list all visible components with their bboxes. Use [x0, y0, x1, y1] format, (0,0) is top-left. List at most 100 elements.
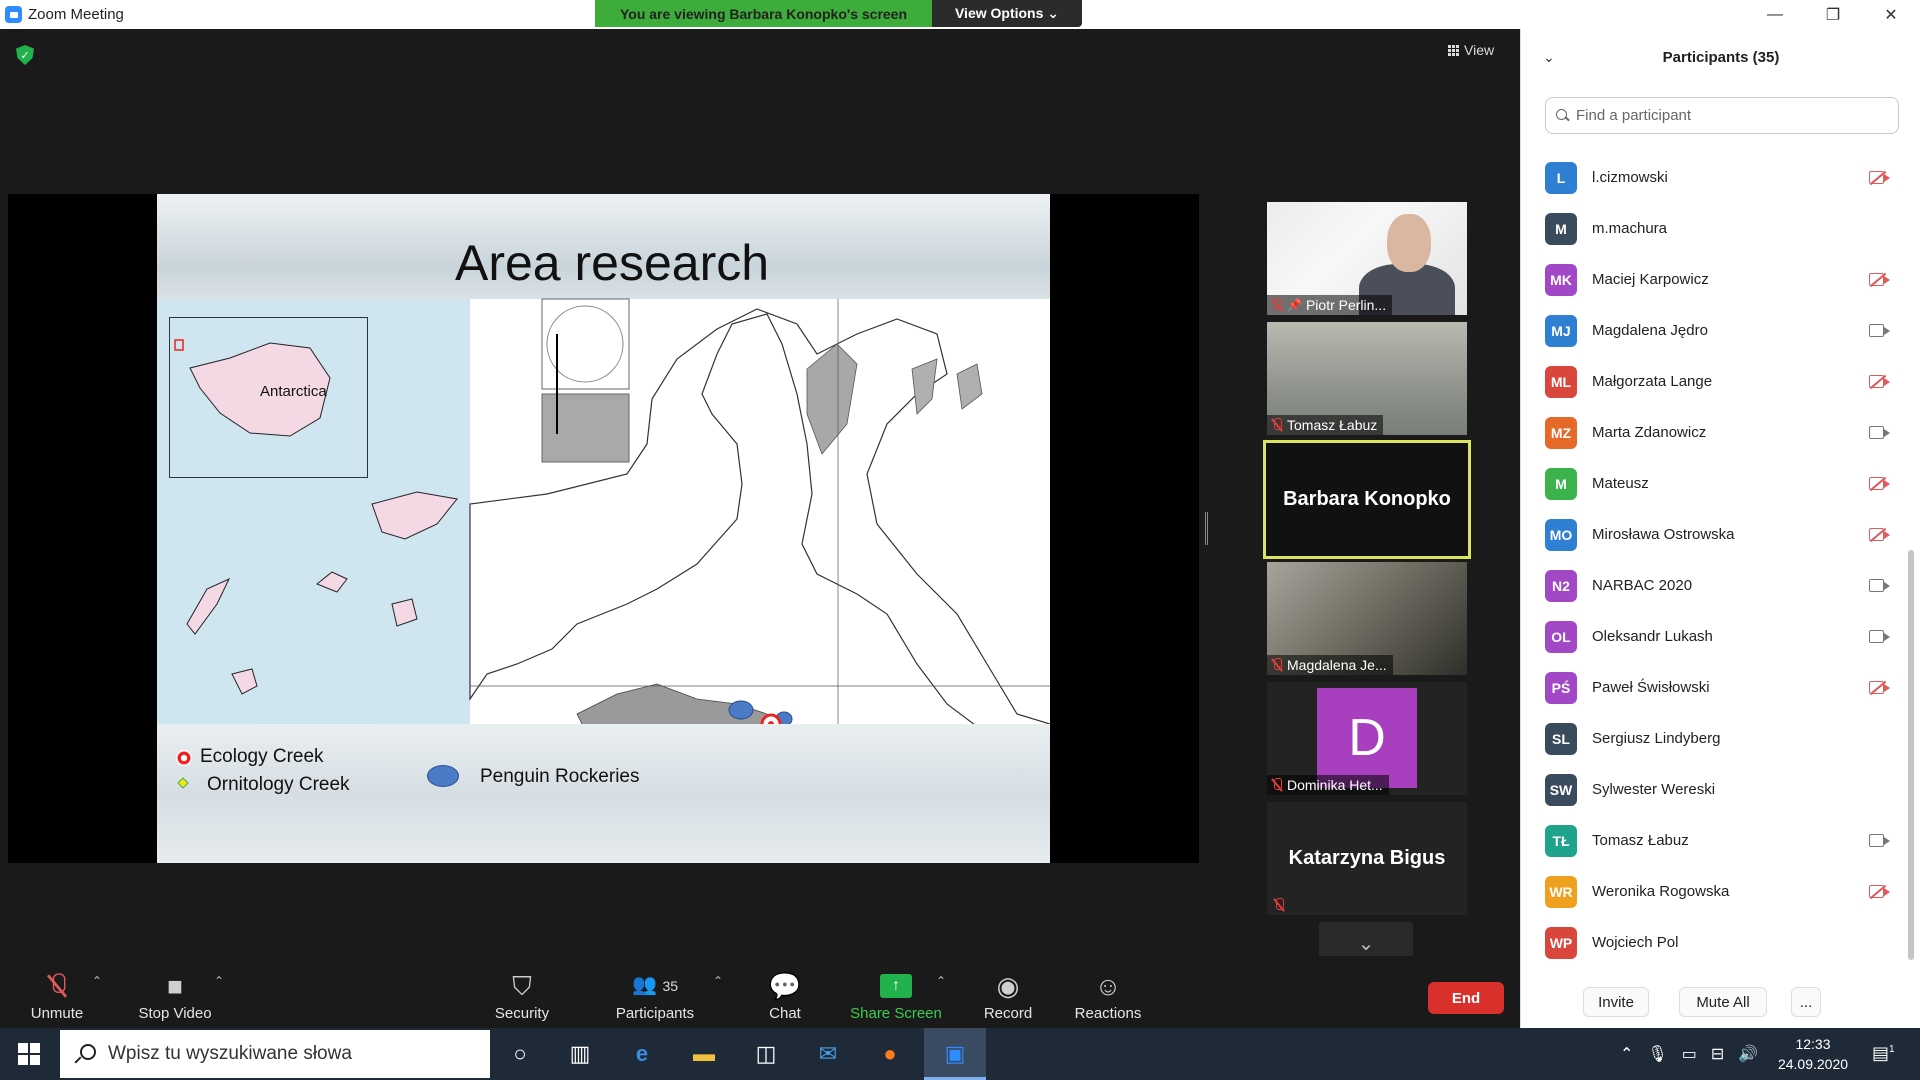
- antarctica-inset-map: Antarctica: [169, 317, 368, 478]
- video-camera-off-icon: [1869, 476, 1891, 492]
- mic-muted-icon: [1271, 298, 1283, 312]
- maximize-button[interactable]: ❐: [1804, 0, 1862, 29]
- windows-start-icon[interactable]: [18, 1043, 40, 1065]
- participant-row[interactable]: MJ Magdalena Jędro: [1521, 305, 1911, 356]
- participant-row[interactable]: TŁ Tomasz Łabuz: [1521, 815, 1911, 866]
- firefox-icon[interactable]: ●: [875, 1040, 905, 1068]
- chevron-up-icon[interactable]: ⌃: [1620, 1044, 1633, 1064]
- taskbar-search-box[interactable]: Wpisz tu wyszukiwane słowa: [60, 1030, 490, 1078]
- view-button[interactable]: View: [1448, 42, 1494, 58]
- invite-button[interactable]: Invite: [1583, 987, 1649, 1017]
- participant-name: Oleksandr Lukash: [1592, 628, 1713, 645]
- end-meeting-button[interactable]: End: [1428, 982, 1504, 1014]
- battery-icon[interactable]: ▭: [1682, 1044, 1697, 1064]
- participant-row[interactable]: Ll.cizmowski: [1521, 152, 1911, 203]
- video-tile[interactable]: Tomasz Łabuz: [1267, 322, 1467, 435]
- edge-browser-icon[interactable]: e: [627, 1040, 657, 1068]
- taskbar-clock[interactable]: 12:33 24.09.2020: [1768, 1034, 1858, 1074]
- search-icon: [1556, 108, 1570, 123]
- stop-video-button[interactable]: ■ Stop Video: [130, 956, 220, 1028]
- video-tile[interactable]: Katarzyna Bigus: [1267, 802, 1467, 915]
- participants-label: Participants: [615, 1005, 695, 1022]
- participant-search-input[interactable]: [1576, 107, 1876, 124]
- zoom-taskbar-button[interactable]: ▣: [924, 1028, 986, 1080]
- ecology-creek-marker-icon: [176, 750, 192, 766]
- share-options-caret[interactable]: ⌃: [936, 974, 946, 988]
- file-explorer-icon[interactable]: ▬: [689, 1040, 719, 1068]
- smiley-plus-icon: ☺: [1094, 971, 1122, 1001]
- unmute-button[interactable]: Unmute: [22, 956, 92, 1028]
- participant-row[interactable]: WR Weronika Rogowska: [1521, 866, 1911, 917]
- audio-options-caret[interactable]: ⌃: [92, 974, 102, 988]
- viewing-screen-banner: You are viewing Barbara Konopko's screen: [595, 0, 932, 27]
- microphone-muted-icon: [50, 972, 66, 1000]
- participants-button[interactable]: 👥 35 Participants: [610, 956, 700, 1028]
- zoom-app-icon: [5, 6, 22, 23]
- video-tile-nametag: Dominika Het...: [1267, 775, 1389, 795]
- participant-row[interactable]: Mm.machura: [1521, 203, 1911, 254]
- participant-row[interactable]: MO Mirosława Ostrowska: [1521, 509, 1911, 560]
- participant-row[interactable]: MK Maciej Karpowicz: [1521, 254, 1911, 305]
- mail-icon[interactable]: ✉: [813, 1040, 843, 1068]
- participant-row[interactable]: N2 NARBAC 2020: [1521, 560, 1911, 611]
- participant-name: Magdalena Je...: [1287, 657, 1387, 673]
- microphone-icon[interactable]: 🎙: [1647, 1044, 1667, 1064]
- participant-row[interactable]: WP Wojciech Pol: [1521, 917, 1911, 968]
- video-camera-off-icon: [1869, 374, 1891, 390]
- share-screen-button[interactable]: ↑ Share Screen: [850, 956, 942, 1028]
- participant-row[interactable]: MZ Marta Zdanowicz: [1521, 407, 1911, 458]
- network-icon[interactable]: ⊟: [1711, 1044, 1724, 1064]
- cortana-icon[interactable]: ○: [505, 1040, 535, 1068]
- video-tile[interactable]: Magdalena Je...: [1267, 562, 1467, 675]
- video-camera-off-icon: [1869, 680, 1891, 696]
- participant-search-box[interactable]: [1545, 97, 1899, 134]
- participant-row[interactable]: SL Sergiusz Lindyberg: [1521, 713, 1911, 764]
- chat-button[interactable]: 💬 Chat: [765, 956, 805, 1028]
- participant-name: Barbara Konopko: [1283, 488, 1451, 510]
- unmute-label: Unmute: [30, 1005, 84, 1022]
- security-shield-icon: ⛉: [512, 971, 532, 1001]
- clock-date: 24.09.2020: [1777, 1056, 1849, 1072]
- participant-row[interactable]: SW Sylwester Wereski: [1521, 764, 1911, 815]
- participants-scrollbar[interactable]: [1908, 550, 1914, 960]
- window-controls: — ❐ ✕: [1746, 0, 1920, 29]
- split-drag-handle[interactable]: [1205, 512, 1208, 545]
- close-button[interactable]: ✕: [1862, 0, 1920, 29]
- participant-row[interactable]: ML Małgorzata Lange: [1521, 356, 1911, 407]
- notifications-icon[interactable]: ▤1: [1872, 1043, 1895, 1064]
- participant-row[interactable]: PŚ Paweł Świsłowski: [1521, 662, 1911, 713]
- participant-row[interactable]: M Mateusz: [1521, 458, 1911, 509]
- mute-all-button[interactable]: Mute All: [1679, 987, 1767, 1017]
- reactions-label: Reactions: [1074, 1005, 1142, 1022]
- store-icon[interactable]: ◫: [751, 1040, 781, 1068]
- encryption-shield-icon[interactable]: [16, 45, 34, 65]
- participant-avatar: M: [1545, 212, 1577, 245]
- participant-name: Marta Zdanowicz: [1592, 424, 1707, 441]
- minimize-button[interactable]: —: [1746, 0, 1804, 29]
- participants-options-caret[interactable]: ⌃: [713, 974, 723, 988]
- pin-icon: 📌: [1287, 298, 1302, 312]
- record-button[interactable]: ◉ Record: [983, 956, 1033, 1028]
- volume-icon[interactable]: 🔊: [1738, 1044, 1758, 1064]
- security-button[interactable]: ⛉ Security: [488, 956, 556, 1028]
- active-speaker-tile[interactable]: Barbara Konopko: [1263, 440, 1471, 559]
- video-camera-off-icon: [1869, 527, 1891, 543]
- reactions-button[interactable]: ☺ Reactions: [1073, 956, 1143, 1028]
- chevron-down-icon: ⌄: [1357, 932, 1375, 955]
- video-tile[interactable]: 📌 Piotr Perlin...: [1267, 202, 1467, 315]
- video-options-caret[interactable]: ⌃: [214, 974, 224, 988]
- participant-row[interactable]: OL Oleksandr Lukash: [1521, 611, 1911, 662]
- view-options-button[interactable]: View Options ⌄: [932, 0, 1082, 27]
- more-options-button[interactable]: ...: [1791, 987, 1821, 1017]
- meeting-toolbar: Unmute ⌃ ■ Stop Video ⌃ ⛉ Security 👥 35 …: [0, 956, 1520, 1028]
- participants-icon: 👥 35: [631, 974, 679, 996]
- participant-avatar: TŁ: [1545, 824, 1577, 857]
- video-camera-icon: [1869, 426, 1891, 440]
- participant-name: Maciej Karpowicz: [1592, 271, 1709, 288]
- task-view-icon[interactable]: ▥: [565, 1040, 595, 1068]
- video-tile[interactable]: D Dominika Het...: [1267, 682, 1467, 795]
- participant-avatar: OL: [1545, 620, 1577, 653]
- video-camera-off-icon: [1869, 170, 1891, 186]
- legend-ornitology-creek: Ornitology Creek: [207, 774, 350, 795]
- participant-avatar: MK: [1545, 263, 1577, 296]
